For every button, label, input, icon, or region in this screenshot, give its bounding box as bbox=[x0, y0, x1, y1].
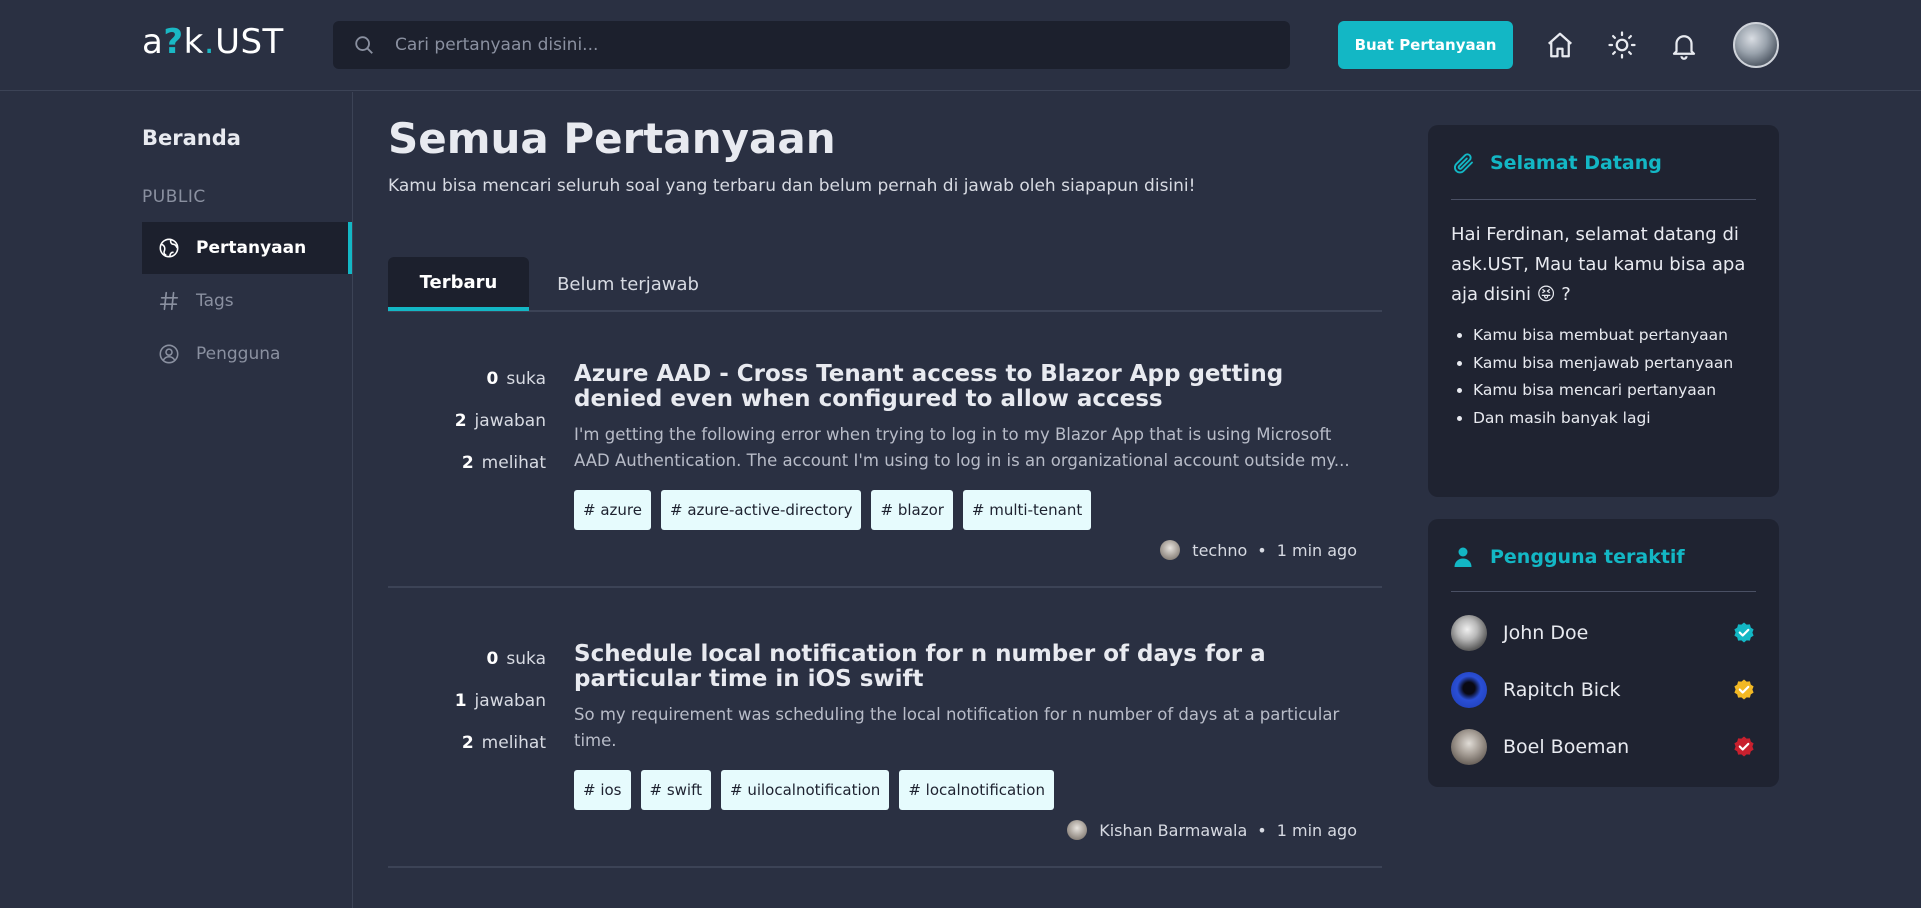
views-count: 2 melihat bbox=[461, 733, 546, 753]
meta-separator: • bbox=[1257, 540, 1267, 560]
app-logo[interactable]: a?k.UST bbox=[142, 22, 284, 62]
user-avatar[interactable] bbox=[1733, 22, 1779, 68]
logo-text-a: a bbox=[142, 22, 164, 62]
user-circle-icon bbox=[159, 344, 179, 364]
tab-unanswered[interactable]: Belum terjawab bbox=[543, 257, 713, 311]
views-count: 2 melihat bbox=[461, 453, 546, 473]
list-item: Kamu bisa membuat pertanyaan bbox=[1473, 322, 1756, 350]
sun-icon[interactable] bbox=[1607, 30, 1637, 60]
card-divider bbox=[1451, 199, 1756, 200]
logo-question-mark: ? bbox=[163, 22, 184, 62]
question-item: 0 suka 1 jawaban 2 melihat Schedule local n… bbox=[388, 642, 1382, 868]
answers-count: 2 jawaban bbox=[454, 411, 546, 431]
tag-chip[interactable]: # uilocalnotification bbox=[721, 770, 890, 810]
list-item: Kamu bisa menjawab pertanyaan bbox=[1473, 350, 1756, 378]
meta-separator: • bbox=[1257, 820, 1267, 840]
question-meta: techno • 1 min ago bbox=[1160, 540, 1357, 560]
list-item: Dan masih banyak lagi bbox=[1473, 405, 1756, 433]
post-time: 1 min ago bbox=[1276, 540, 1357, 560]
welcome-card-title: Selamat Datang bbox=[1490, 152, 1662, 174]
author-avatar[interactable] bbox=[1067, 820, 1088, 840]
welcome-feature-list: Kamu bisa membuat pertanyaan Kamu bisa m… bbox=[1451, 322, 1756, 432]
home-icon[interactable] bbox=[1545, 30, 1575, 60]
tag-chip[interactable]: # localnotification bbox=[899, 770, 1054, 810]
sidebar-item-label: Tags bbox=[196, 291, 234, 311]
user-icon bbox=[1454, 547, 1472, 567]
active-user-row[interactable]: Rapitch Bick bbox=[1451, 670, 1756, 710]
search-icon bbox=[355, 36, 373, 54]
question-excerpt: So my requirement was scheduling the loc… bbox=[574, 705, 1340, 750]
verified-badge-icon bbox=[1734, 679, 1754, 700]
tag-chip[interactable]: # blazor bbox=[871, 490, 953, 530]
author-name[interactable]: techno bbox=[1192, 541, 1247, 560]
bell-icon[interactable] bbox=[1669, 30, 1699, 60]
welcome-card: Selamat Datang Hai Ferdinan, selamat dat… bbox=[1428, 125, 1779, 497]
likes-count: 0 suka bbox=[486, 649, 546, 669]
verified-badge-icon bbox=[1734, 622, 1754, 643]
question-excerpt: I'm getting the following error when try… bbox=[574, 425, 1350, 470]
question-item: 0 suka 2 jawaban 2 melihat Azure AAD - Cros… bbox=[388, 362, 1382, 588]
question-tabs: Terbaru Belum terjawab bbox=[388, 257, 1382, 312]
tag-chip[interactable]: # swift bbox=[640, 770, 711, 810]
sidebar-section-label: PUBLIC bbox=[142, 187, 206, 207]
create-question-button[interactable]: Buat Pertanyaan bbox=[1338, 21, 1513, 69]
sidebar-item-tags[interactable]: Tags bbox=[142, 275, 352, 327]
question-tags: # ios # swift # uilocalnotification # lo… bbox=[574, 770, 1054, 810]
user-avatar bbox=[1451, 729, 1487, 765]
user-name: John Doe bbox=[1503, 622, 1589, 644]
sidebar-item-label: Pertanyaan bbox=[196, 238, 307, 258]
active-user-row[interactable]: John Doe bbox=[1451, 613, 1756, 653]
sidebar-item-users[interactable]: Pengguna bbox=[142, 328, 352, 380]
tag-chip[interactable]: # azure bbox=[574, 490, 651, 530]
author-avatar[interactable] bbox=[1160, 540, 1181, 560]
user-avatar bbox=[1451, 615, 1487, 651]
left-sidebar: Beranda PUBLIC Pertanyaan Tags Pengguna bbox=[0, 92, 353, 908]
active-users-card: Pengguna teraktif John Doe Rapitch Bick … bbox=[1428, 519, 1779, 787]
active-users-header: Pengguna teraktif bbox=[1451, 545, 1685, 569]
author-name[interactable]: Kishan Barmawala bbox=[1099, 821, 1247, 840]
question-tags: # azure # azure-active-directory # blazo… bbox=[574, 490, 1092, 530]
tag-chip[interactable]: # ios bbox=[574, 770, 631, 810]
hash-icon bbox=[159, 291, 179, 311]
sidebar-home-link[interactable]: Beranda bbox=[142, 126, 241, 150]
question-title[interactable]: Schedule local notification for n number… bbox=[574, 642, 1364, 692]
tag-chip[interactable]: # azure-active-directory bbox=[660, 490, 862, 530]
list-item: Kamu bisa mencari pertanyaan bbox=[1473, 377, 1756, 405]
active-user-row[interactable]: Boel Boeman bbox=[1451, 727, 1756, 767]
welcome-card-header: Selamat Datang bbox=[1451, 151, 1662, 175]
globe-icon bbox=[159, 238, 179, 258]
user-name: Rapitch Bick bbox=[1503, 679, 1621, 701]
tag-chip[interactable]: # multi-tenant bbox=[962, 490, 1092, 530]
user-name: Boel Boeman bbox=[1503, 736, 1630, 758]
logo-text-ust: UST bbox=[215, 22, 284, 62]
verified-badge-icon bbox=[1734, 736, 1754, 757]
tab-latest[interactable]: Terbaru bbox=[388, 257, 529, 311]
card-divider bbox=[1451, 591, 1756, 592]
likes-count: 0 suka bbox=[486, 369, 546, 389]
logo-dot: . bbox=[203, 22, 216, 62]
page-subtitle: Kamu bisa mencari seluruh soal yang terb… bbox=[388, 176, 1196, 196]
user-avatar bbox=[1451, 672, 1487, 708]
top-header: a?k.UST Buat Pertanyaan bbox=[0, 0, 1921, 91]
question-meta: Kishan Barmawala • 1 min ago bbox=[1067, 820, 1357, 840]
paperclip-icon bbox=[1454, 153, 1473, 174]
logo-text-k: k bbox=[183, 22, 204, 62]
active-users-title: Pengguna teraktif bbox=[1490, 546, 1685, 568]
answers-count: 1 jawaban bbox=[454, 691, 546, 711]
search-input[interactable] bbox=[395, 21, 1275, 69]
sidebar-item-label: Pengguna bbox=[196, 344, 281, 364]
post-time: 1 min ago bbox=[1276, 820, 1357, 840]
page-title: Semua Pertanyaan bbox=[388, 114, 836, 163]
sidebar-item-questions[interactable]: Pertanyaan bbox=[142, 222, 352, 274]
search-bar bbox=[333, 21, 1290, 69]
welcome-text: Hai Ferdinan, selamat datang di ask.UST,… bbox=[1451, 224, 1746, 305]
question-title[interactable]: Azure AAD - Cross Tenant access to Blazo… bbox=[574, 362, 1364, 412]
